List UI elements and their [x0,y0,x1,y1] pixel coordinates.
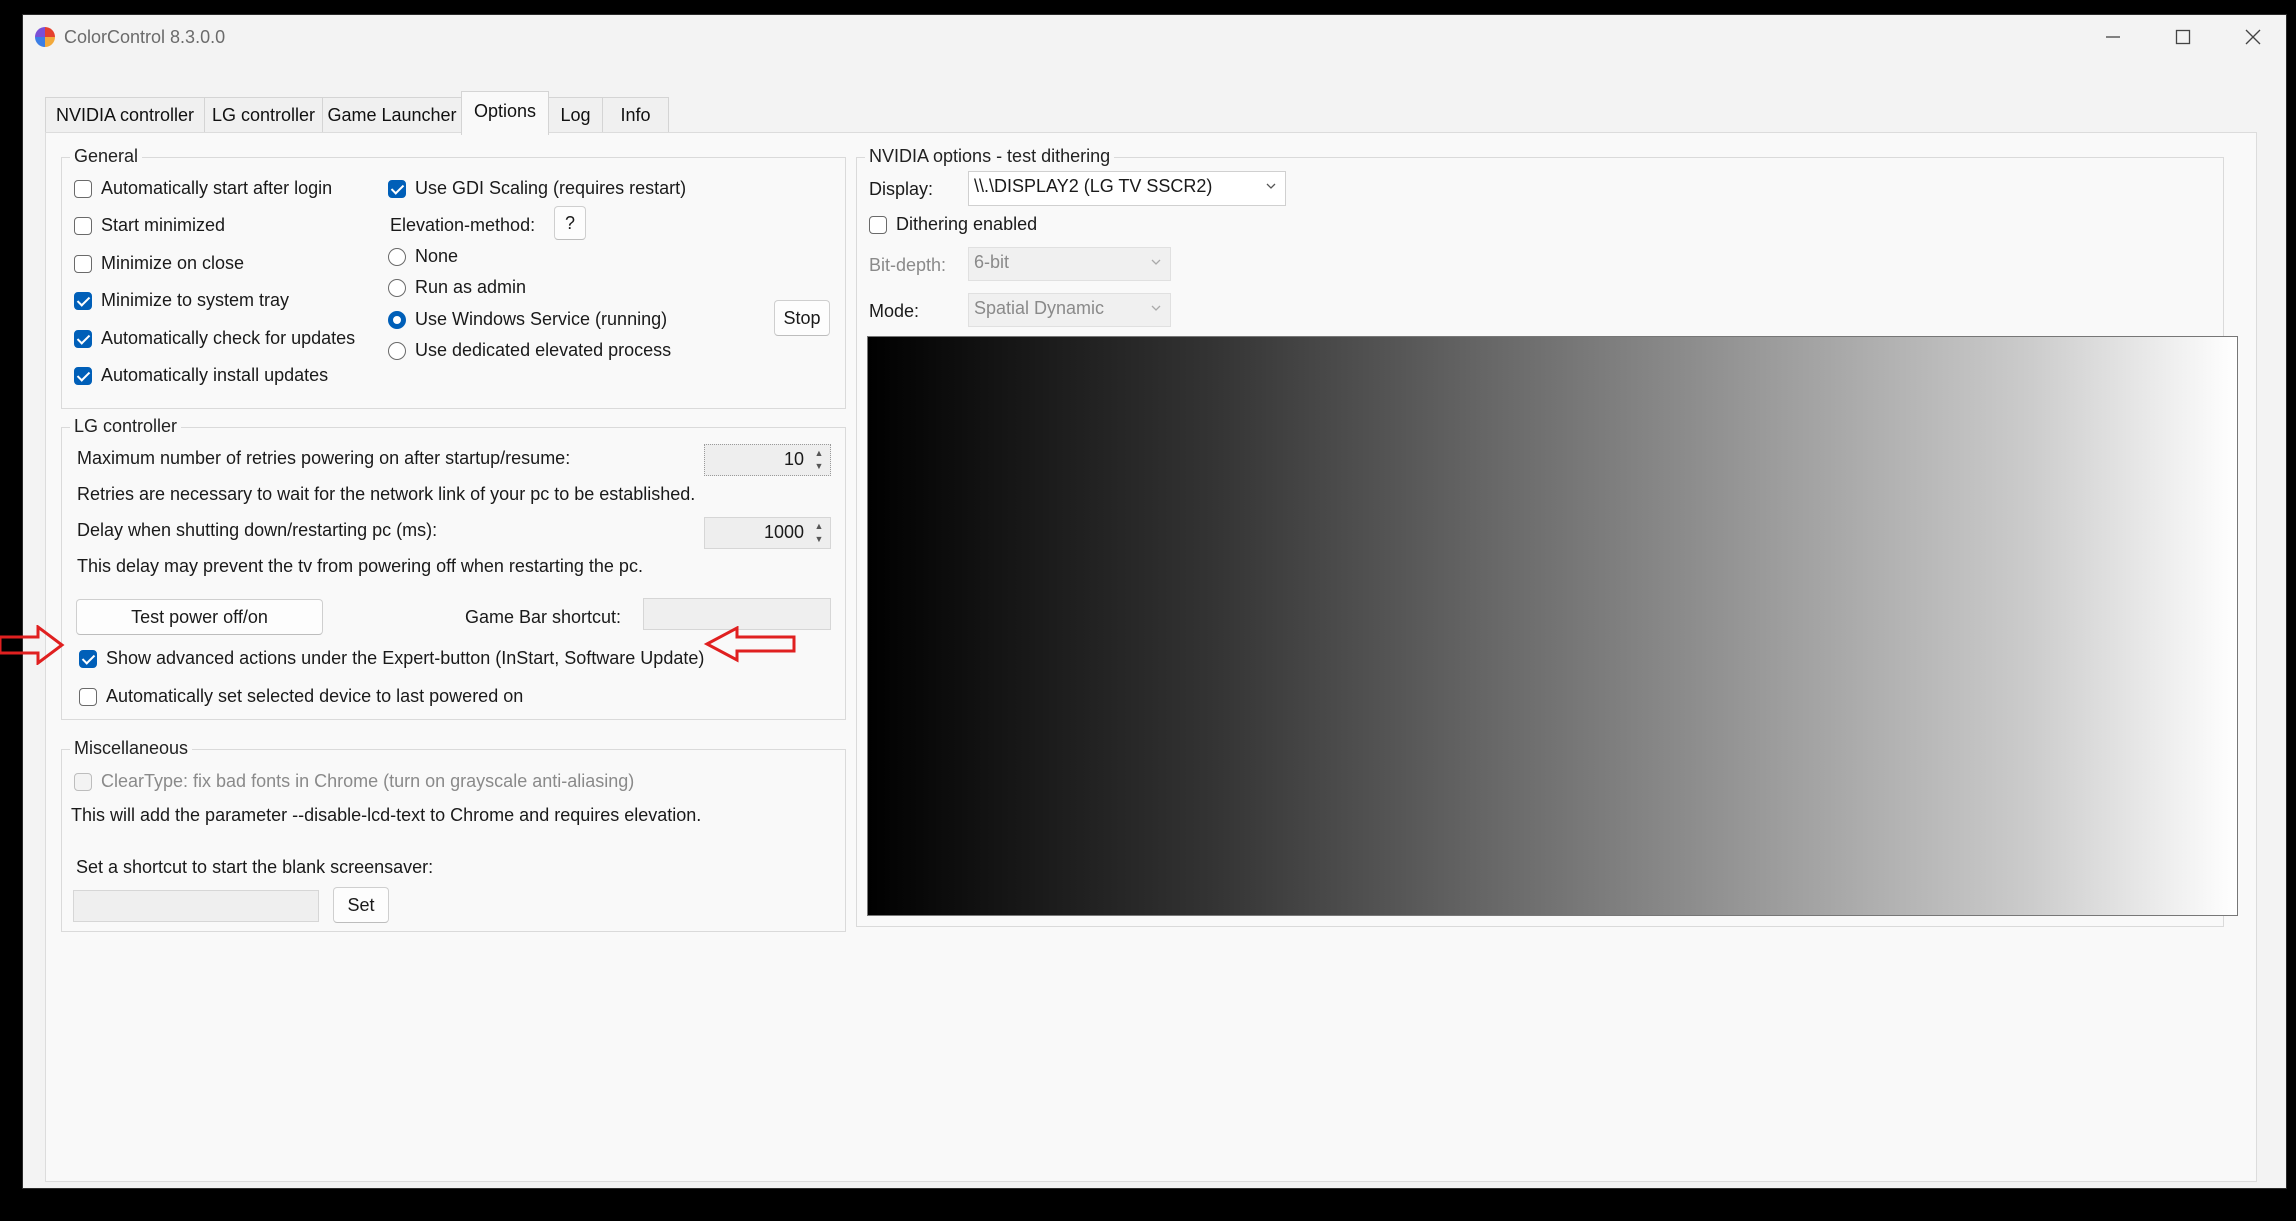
display-select[interactable]: \\.\DISPLAY2 (LG TV SSCR2) [968,171,1286,206]
chevron-down-icon [1151,259,1161,265]
elevation-dedicated-process-label[interactable]: Use dedicated elevated process [415,340,671,361]
auto-set-device-label[interactable]: Automatically set selected device to las… [106,686,523,707]
elevation-help-button[interactable]: ? [554,206,586,240]
dithering-enabled-checkbox[interactable] [869,216,887,234]
chevron-down-icon [1266,183,1276,189]
minimize-button[interactable] [2083,21,2143,53]
cleartype-label[interactable]: ClearType: fix bad fonts in Chrome (turn… [101,771,634,792]
show-advanced-checkbox[interactable] [79,650,97,668]
window-title: ColorControl 8.3.0.0 [64,27,226,47]
dithering-enabled-label[interactable]: Dithering enabled [896,214,1037,235]
annotation-arrow-right-icon [0,625,65,665]
max-retries-value[interactable]: 10 [784,449,804,470]
mode-select[interactable]: Spatial Dynamic [968,293,1171,327]
lg-controller-group: LG controller Maximum number of retries … [61,416,846,720]
auto-set-device-checkbox[interactable] [79,688,97,706]
tab-lg-controller[interactable]: LG controller [204,97,323,133]
display-select-value[interactable]: \\.\DISPLAY2 (LG TV SSCR2) [974,176,1212,197]
screensaver-shortcut-input[interactable] [73,890,319,922]
screensaver-shortcut-label: Set a shortcut to start the blank screen… [76,857,434,877]
auto-start-label[interactable]: Automatically start after login [101,178,332,199]
start-minimized-checkbox[interactable] [74,217,92,235]
shutdown-delay-label: Delay when shutting down/restarting pc (… [77,520,438,540]
maximize-button[interactable] [2153,21,2213,53]
maximize-icon [2175,29,2191,45]
display-label: Display: [869,179,934,199]
elevation-method-label: Elevation-method: [390,215,536,235]
app-window: ColorControl 8.3.0.0 NVIDIA controller L… [23,15,2286,1188]
elevation-run-as-admin-radio[interactable] [388,279,406,297]
general-group: General Automatically start after login … [61,146,846,409]
max-retries-spinner[interactable]: 10 ▲ ▼ [704,444,831,476]
mode-select-value[interactable]: Spatial Dynamic [974,298,1104,319]
spinner-arrows-icon[interactable]: ▲ ▼ [810,520,828,546]
start-minimized-label[interactable]: Start minimized [101,215,225,236]
options-tab-page: General Automatically start after login … [45,132,2257,1182]
chevron-down-icon [1151,305,1161,311]
elevation-windows-service-label[interactable]: Use Windows Service (running) [415,309,667,330]
mode-label: Mode: [869,301,920,321]
dithering-test-gradient [867,336,2238,916]
gdi-scaling-checkbox[interactable] [388,180,406,198]
set-shortcut-button[interactable]: Set [333,887,389,923]
tab-info[interactable]: Info [602,97,669,133]
elevation-dedicated-process-radio[interactable] [388,342,406,360]
cleartype-note: This will add the parameter --disable-lc… [71,805,702,825]
annotation-arrow-left-icon [703,626,796,663]
minimize-to-tray-label[interactable]: Minimize to system tray [101,290,289,311]
elevation-windows-service-radio[interactable] [388,311,406,329]
misc-group: Miscellaneous ClearType: fix bad fonts i… [61,738,846,932]
close-button[interactable] [2223,21,2283,53]
bitdepth-select-value[interactable]: 6-bit [974,252,1009,273]
tab-options[interactable]: Options [461,91,549,135]
nvidia-group-title: NVIDIA options - test dithering [865,146,1115,167]
title-bar: ColorControl 8.3.0.0 [23,15,2286,59]
minimize-on-close-label[interactable]: Minimize on close [101,253,244,274]
tab-nvidia-controller[interactable]: NVIDIA controller [45,97,205,133]
delay-note: This delay may prevent the tv from power… [77,556,643,576]
auto-start-checkbox[interactable] [74,180,92,198]
auto-check-updates-label[interactable]: Automatically check for updates [101,328,355,349]
minimize-on-close-checkbox[interactable] [74,255,92,273]
elevation-none-label[interactable]: None [415,246,458,267]
auto-check-updates-checkbox[interactable] [74,330,92,348]
auto-install-updates-label[interactable]: Automatically install updates [101,365,328,386]
close-icon [2245,29,2261,45]
minimize-icon [2106,36,2120,38]
show-advanced-label[interactable]: Show advanced actions under the Expert-b… [106,648,704,669]
minimize-to-tray-checkbox[interactable] [74,292,92,310]
general-group-title: General [70,146,143,167]
bitdepth-label: Bit-depth: [869,255,947,275]
shutdown-delay-value[interactable]: 1000 [764,522,804,543]
tab-game-launcher[interactable]: Game Launcher [322,97,462,133]
gdi-scaling-label[interactable]: Use GDI Scaling (requires restart) [415,178,686,199]
elevation-none-radio[interactable] [388,248,406,266]
gamebar-shortcut-label: Game Bar shortcut: [465,607,622,627]
stop-service-button[interactable]: Stop [774,300,830,336]
spinner-arrows-icon[interactable]: ▲ ▼ [810,447,828,473]
app-logo-icon [35,27,55,47]
bitdepth-select[interactable]: 6-bit [968,247,1171,281]
tab-log[interactable]: Log [548,97,603,133]
test-power-button[interactable]: Test power off/on [76,599,323,635]
misc-group-title: Miscellaneous [70,738,193,759]
cleartype-checkbox[interactable] [74,773,92,791]
max-retries-label: Maximum number of retries powering on af… [77,448,571,468]
nvidia-dithering-group: NVIDIA options - test dithering Display:… [856,146,2238,927]
elevation-run-as-admin-label[interactable]: Run as admin [415,277,526,298]
retries-note: Retries are necessary to wait for the ne… [77,484,696,504]
shutdown-delay-spinner[interactable]: 1000 ▲ ▼ [704,517,831,549]
auto-install-updates-checkbox[interactable] [74,367,92,385]
lg-group-title: LG controller [70,416,182,437]
